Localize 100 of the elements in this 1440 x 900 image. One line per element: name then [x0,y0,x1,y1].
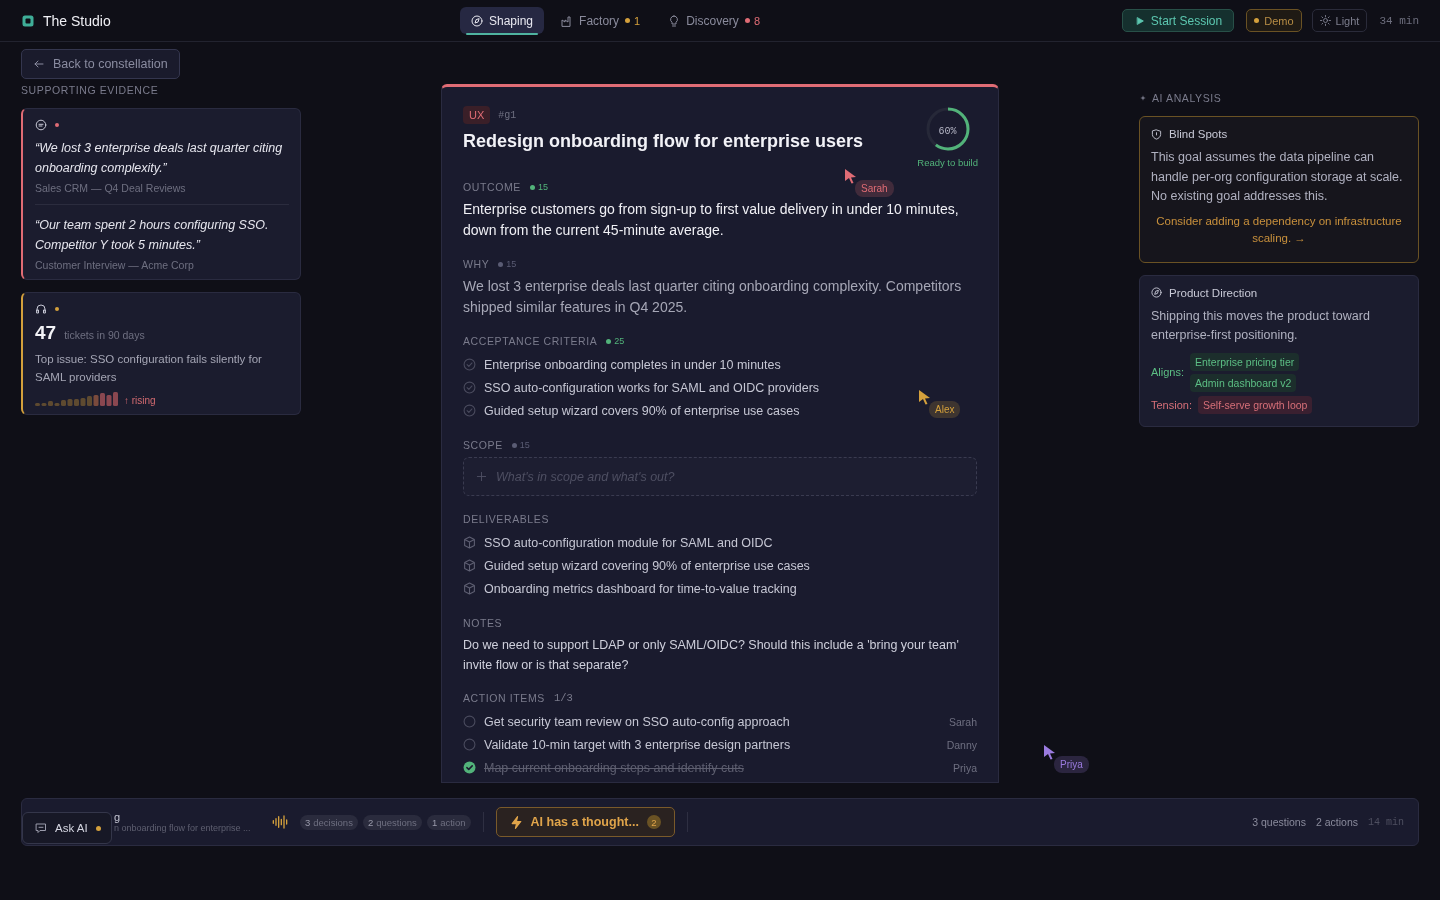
task-checkbox[interactable] [463,738,476,751]
stat-label: 3 questions [1252,816,1306,828]
section-label: DELIVERABLES [463,513,549,525]
arrow-left-icon [33,58,45,70]
summary-chip: 2 questions [362,814,422,830]
tab-count: 1 [634,14,641,27]
shield-icon [1151,128,1162,140]
score-badge: 15 [511,440,530,450]
session-timer: 34 min [1379,14,1419,27]
card-text: This goal assumes the data pipeline can handle per-org configuration storage at scale. No existing goal addresses this. [1151,149,1404,205]
deliverable-item: SSO auto-configuration module for SAML and OIDC [484,535,773,550]
app-title: The Studio [43,12,111,29]
demo-button[interactable]: Demo [1246,9,1302,32]
summary-chip: 1 action [426,814,471,830]
suggestion-link[interactable]: Consider adding a dependency on infrastructure scaling. → [1151,212,1407,248]
score-badge: 15 [498,259,517,269]
stat-label: 2 actions [1315,816,1358,828]
checked-icon [463,761,476,774]
unchecked-icon [463,715,476,728]
aligns-label: Aligns: [1151,366,1185,378]
ai-thought-button[interactable]: AI has a thought... 2 [495,807,675,837]
theme-toggle[interactable]: Light [1311,9,1368,32]
play-icon [1134,15,1145,26]
cube-icon [463,559,476,572]
section-label: WHY [463,258,490,270]
ticket-count: 47 [35,322,57,344]
section-label: SCOPE [463,439,503,451]
summary-chip: 3 decisions [300,814,358,830]
check-circle-icon [463,381,476,394]
quote-source: Customer Interview — Acme Corp [35,259,195,271]
compass-icon [1151,287,1162,298]
factory-icon [561,14,574,27]
owner-name: Priya [953,761,977,774]
task-checkbox[interactable] [463,761,476,774]
lightning-icon [509,815,523,829]
goal-title: Redesign onboarding flow for enterprise users [463,131,864,152]
ask-ai-button[interactable]: Ask AI [22,812,112,844]
quote-text: “Our team spent 2 hours configuring SSO. Competitor Y took 5 minutes.” [35,217,270,254]
criteria-item: Enterprise onboarding completes in under 10 minutes [484,357,781,372]
task-checkbox[interactable] [463,715,476,728]
message-icon [35,822,47,834]
category-tag: UX [463,106,491,124]
check-circle-icon [463,358,476,371]
section-label: OUTCOME [463,181,521,193]
action-item: Map current onboarding steps and identify cuts [484,760,744,775]
metric-label: tickets in 90 days [64,329,145,341]
cursor-label: Alex [929,401,961,418]
section-title: AI ANALYSIS [1152,92,1222,104]
progress-ring [924,106,971,152]
card-title: Blind Spots [1169,128,1228,140]
section-text: We lost 3 enterprise deals last quarter citing onboarding complexity. Competitors shipped similar features in Q4 2025. [463,277,963,317]
check-circle-icon [463,404,476,417]
goal-tag[interactable]: Enterprise pricing tier [1190,352,1300,371]
action-item: Get security team review on SSO auto-config approach [484,714,790,729]
deliverable-item: Onboarding metrics dashboard for time-to-value tracking [484,581,797,596]
cursor-label: Priya [1054,756,1089,773]
quote-source: Sales CRM — Q4 Deal Reviews [35,182,187,194]
start-session-button[interactable]: Start Session [1121,9,1235,32]
action-item: Validate 10-min target with 3 enterprise design partners [484,737,791,752]
status-label: Ready to build [917,157,978,168]
tension-label: Tension: [1151,398,1192,411]
card-text: Shipping this moves the product toward enterprise-first positioning. [1151,307,1371,344]
nav-tab[interactable]: Discovery 8 [657,7,771,34]
progress-count: 1/3 [553,692,573,704]
notes-text: Do we need to support LDAP or only SAML/OIDC? Should this include a 'bring your team' invite flow or is that separate? [463,637,960,674]
criteria-item: SSO auto-configuration works for SAML and OIDC providers [484,380,820,395]
logo-icon [22,14,34,27]
cube-icon [463,536,476,549]
section-title: SUPPORTING EVIDENCE [21,84,159,96]
lightbulb-icon [668,14,681,27]
sun-icon [1319,15,1331,26]
unchecked-icon [463,738,476,751]
chat-icon [35,119,47,131]
progress-percent: 60% [938,125,957,137]
goal-tag[interactable]: Admin dashboard v2 [1190,373,1297,392]
goal-id: #g1 [498,109,517,121]
cube-icon [463,582,476,595]
back-button[interactable]: Back to constellation [21,49,180,79]
headset-icon [35,303,47,315]
card-title: Product Direction [1169,286,1258,299]
waveform-icon [272,814,288,830]
cursor-label: Sarah [855,180,894,197]
top-issue-text: Top issue: SSO configuration fails silently for SAML providers [35,352,263,385]
trend-label: ↑ rising [124,395,156,406]
owner-name: Sarah [948,715,977,728]
goal-tag[interactable]: Self-serve growth loop [1198,395,1313,414]
nav-tab[interactable]: Factory 1 [550,7,652,34]
session-title: g [114,811,122,823]
sparkle-icon [1139,94,1147,102]
tab-count: 8 [753,14,760,27]
compass-icon [471,14,483,27]
section-label: ACTION ITEMS [463,692,545,704]
plus-icon [476,471,487,482]
score-badge: 25 [606,336,625,346]
section-label: ACCEPTANCE CRITERIA [463,335,598,347]
score-badge: 15 [529,182,548,192]
owner-name: Danny [946,738,977,751]
deliverable-item: Guided setup wizard covering 90% of enterprise use cases [484,558,810,573]
nav-tab[interactable]: Shaping [460,7,545,34]
section-label: NOTES [463,617,503,629]
